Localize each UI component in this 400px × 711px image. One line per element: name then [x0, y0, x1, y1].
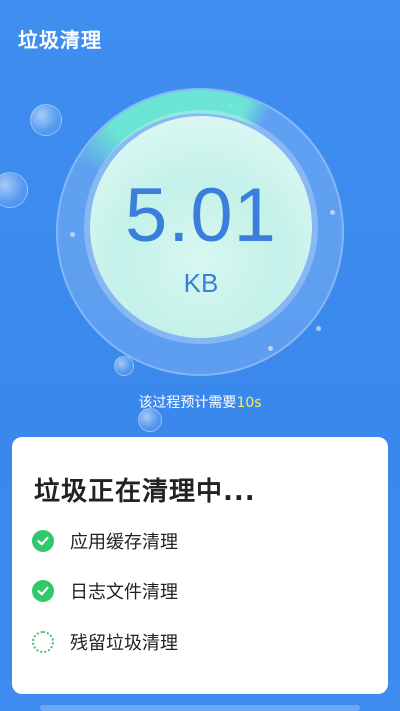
task-label: 日志文件清理 — [70, 582, 178, 603]
task-item: 残留垃圾清理 — [32, 630, 178, 654]
eta-text: 该过程预计需要10s — [0, 392, 400, 412]
cleaning-status-card: 垃圾正在清理中... 应用缓存清理 日志文件清理 残留垃圾清理 — [12, 437, 388, 694]
task-item: 日志文件清理 — [32, 579, 178, 603]
junk-size-value: 5.01 — [125, 173, 277, 258]
page-title: 垃圾清理 — [18, 28, 102, 52]
bubble-decoration — [0, 172, 28, 208]
bubble-decoration — [30, 104, 62, 136]
eta-time: 10s — [236, 395, 262, 411]
loading-spinner-icon — [32, 631, 54, 653]
eta-prefix: 该过程预计需要 — [138, 395, 237, 411]
bottom-decoration — [40, 705, 360, 711]
task-label: 残留垃圾清理 — [70, 633, 178, 654]
dot-decoration — [316, 326, 321, 331]
check-icon — [32, 580, 54, 602]
task-label: 应用缓存清理 — [70, 532, 178, 553]
card-title: 垃圾正在清理中... — [34, 477, 256, 507]
junk-size-unit: KB — [183, 268, 219, 298]
check-icon — [32, 530, 54, 552]
bubble-decoration — [114, 356, 134, 376]
task-item: 应用缓存清理 — [32, 529, 178, 553]
